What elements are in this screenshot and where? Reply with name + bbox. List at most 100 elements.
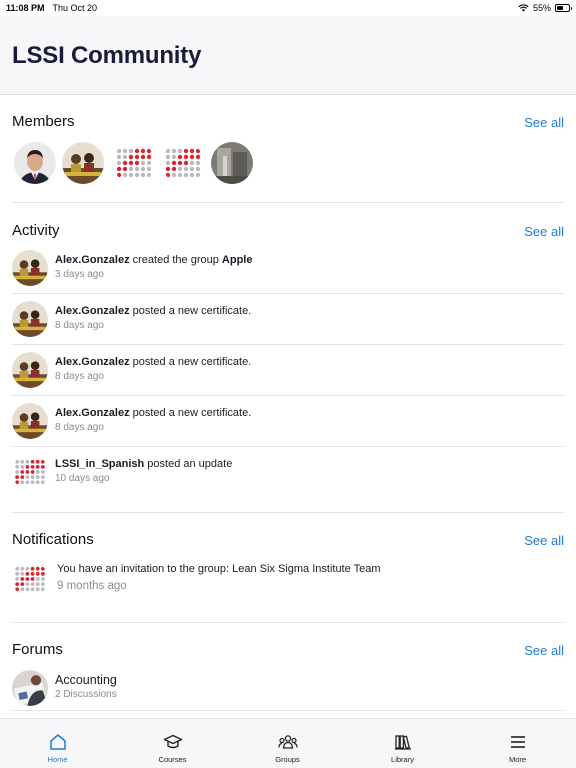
lssi-logo-avatar <box>15 459 45 485</box>
logo-dot <box>128 154 134 160</box>
logo-dot <box>116 154 122 160</box>
logo-dot <box>165 154 171 160</box>
activity-actor[interactable]: Alex.Gonzalez <box>55 305 130 317</box>
activity-actor[interactable]: Alex.Gonzalez <box>55 254 130 266</box>
activity-target[interactable]: Apple <box>222 254 253 266</box>
logo-dot <box>177 166 183 172</box>
activity-avatar[interactable] <box>12 454 48 490</box>
activity-actor[interactable]: LSSI_in_Spanish <box>55 458 144 470</box>
member-avatar[interactable] <box>162 142 204 184</box>
logo-dot <box>30 577 35 581</box>
logo-dot <box>25 566 30 571</box>
logo-dot <box>146 154 152 160</box>
activity-item[interactable]: Alex.Gonzalez created the group Apple 3 … <box>12 243 564 294</box>
logo-dot <box>15 571 20 576</box>
activity-item[interactable]: Alex.Gonzalez posted a new certificate. … <box>12 345 564 396</box>
activity-item[interactable]: Alex.Gonzalez posted a new certificate. … <box>12 396 564 447</box>
content-scroll-area[interactable]: Members See all Activity See all Alex.Go… <box>0 96 576 718</box>
logo-dot <box>20 475 25 480</box>
logo-dot <box>134 166 140 172</box>
activity-item[interactable]: LSSI_in_Spanish posted an update 10 days… <box>12 447 564 498</box>
activity-avatar[interactable] <box>12 250 48 286</box>
logo-dot <box>20 571 25 576</box>
logo-dot <box>15 566 20 571</box>
section-divider <box>12 512 564 513</box>
home-icon <box>49 734 66 750</box>
logo-dot <box>122 166 128 172</box>
activity-see-all-link[interactable]: See all <box>524 224 564 239</box>
logo-dot <box>15 577 20 581</box>
logo-dot <box>195 148 201 154</box>
status-date: Thu Oct 20 <box>52 3 98 13</box>
tab-more[interactable]: More <box>460 719 575 768</box>
activity-action: posted a new certificate. <box>129 356 252 368</box>
forum-name[interactable]: Accounting <box>55 673 117 687</box>
menu-icon <box>510 736 525 748</box>
tab-label: More <box>508 755 527 764</box>
logo-dot <box>20 582 25 587</box>
forum-meta: 2 Discussions <box>55 689 117 700</box>
graduation-cap-icon <box>163 734 182 749</box>
activity-actor[interactable]: Alex.Gonzalez <box>55 407 130 419</box>
activity-text: Alex.Gonzalez created the group Apple <box>55 254 252 266</box>
logo-dot <box>35 587 40 592</box>
logo-dot <box>146 160 152 166</box>
logo-dot <box>30 459 35 464</box>
logo-dot <box>40 470 45 474</box>
forums-see-all-link[interactable]: See all <box>524 643 564 658</box>
wifi-icon <box>518 4 529 12</box>
logo-dot <box>30 582 35 587</box>
member-avatar[interactable] <box>113 142 155 184</box>
member-avatar[interactable] <box>62 142 104 184</box>
battery-percent: 55% <box>532 3 551 13</box>
activity-time: 10 days ago <box>55 473 110 484</box>
group-photo-avatar <box>12 250 48 286</box>
notification-item[interactable]: You have an invitation to the group: Lea… <box>12 555 564 605</box>
accounting-photo-avatar <box>12 670 48 706</box>
logo-dot <box>171 154 177 160</box>
activity-avatar[interactable] <box>12 301 48 337</box>
member-avatar[interactable] <box>14 142 56 184</box>
logo-dot <box>171 148 177 154</box>
logo-dot <box>15 582 20 587</box>
row-divider <box>12 710 564 711</box>
activity-title: Activity <box>12 222 60 239</box>
logo-dot <box>195 160 201 166</box>
status-time: 11:08 PM <box>6 3 45 13</box>
logo-dot <box>177 160 183 166</box>
forum-item[interactable]: Accounting 2 Discussions <box>12 666 564 717</box>
logo-dot <box>40 582 45 587</box>
member-avatar[interactable] <box>211 142 253 184</box>
logo-dot <box>25 464 30 469</box>
notifications-title: Notifications <box>12 531 94 548</box>
notifications-see-all-link[interactable]: See all <box>524 533 564 548</box>
forum-avatar <box>12 670 48 706</box>
members-see-all-link[interactable]: See all <box>524 115 564 130</box>
tab-home[interactable]: Home <box>0 719 115 768</box>
logo-dot <box>15 459 20 464</box>
tab-groups[interactable]: Groups <box>230 719 345 768</box>
activity-text: Alex.Gonzalez posted a new certificate. <box>55 356 251 368</box>
activity-avatar[interactable] <box>12 403 48 439</box>
logo-dot <box>20 587 25 592</box>
logo-dot <box>25 571 30 576</box>
logo-dot <box>165 166 171 172</box>
logo-dot <box>35 571 40 576</box>
logo-dot <box>177 172 183 178</box>
notification-time: 9 months ago <box>57 580 127 592</box>
logo-dot <box>134 154 140 160</box>
logo-dot <box>140 172 146 178</box>
logo-dot <box>40 480 45 485</box>
tab-library[interactable]: Library <box>345 719 460 768</box>
activity-action: posted a new certificate. <box>129 407 252 419</box>
activity-time: 3 days ago <box>55 269 104 280</box>
activity-item[interactable]: Alex.Gonzalez posted a new certificate. … <box>12 294 564 345</box>
logo-dot <box>25 470 30 474</box>
logo-dot <box>171 172 177 178</box>
logo-dot <box>40 571 45 576</box>
tab-courses[interactable]: Courses <box>115 719 230 768</box>
activity-avatar[interactable] <box>12 352 48 388</box>
logo-dot <box>25 577 30 581</box>
activity-actor[interactable]: Alex.Gonzalez <box>55 356 130 368</box>
status-bar: 11:08 PM Thu Oct 20 55% <box>0 0 576 16</box>
